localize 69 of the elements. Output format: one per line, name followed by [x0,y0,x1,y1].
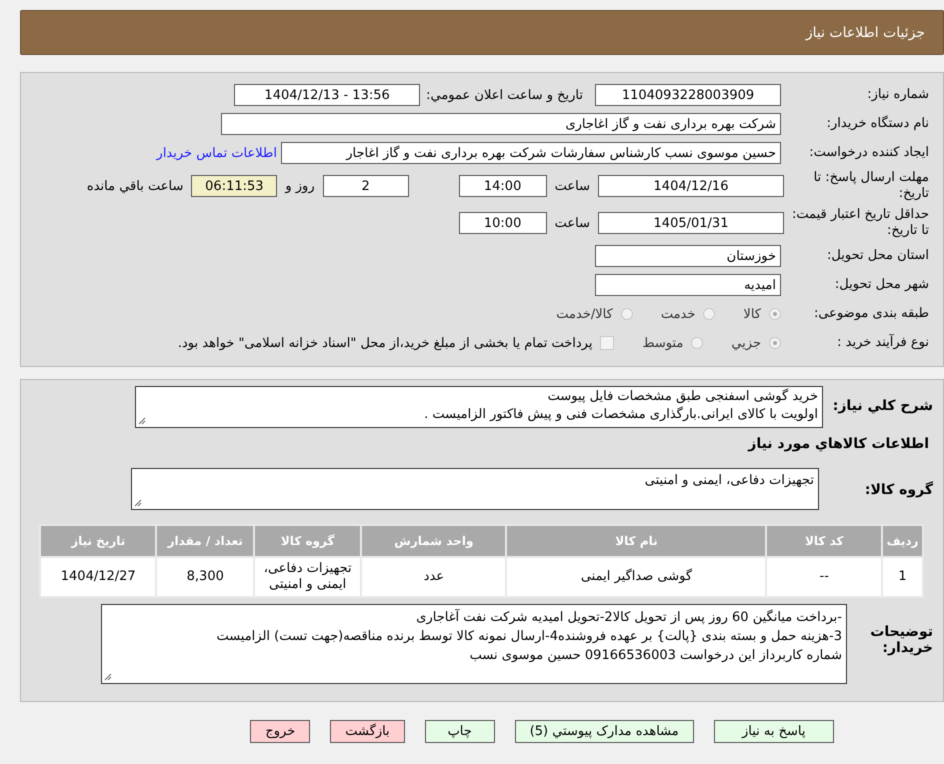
table-cell: 8,300 [156,557,254,597]
column-header: رديف [882,525,923,557]
radio-label: متوسط [642,336,684,350]
column-header: نام کالا [506,525,766,557]
table-cell: 1404/12/27 [40,557,156,597]
days-label: روز و [285,178,315,194]
field-label: طبقه بندی موضوعی: [812,306,930,322]
field-label: نوع فرآیند خرید : [836,335,930,351]
time-label: ساعت [554,178,590,194]
column-header: واحد شمارش [361,525,506,557]
goods-group-field[interactable]: تجهیزات دفاعی، ایمنی و امنیتی [131,468,819,510]
resize-grip-icon[interactable] [134,499,142,507]
remaining-label: ساعت باقي مانده [86,178,184,194]
buyer-org-field[interactable]: شرکت بهره برداری نفت و گاز اغاجاری [221,113,781,135]
radio-label: جزيي [731,336,761,350]
remaining-time-field: 06:11:53 [191,175,278,197]
table-cell: عدد [361,557,506,597]
radio-label: خدمت [660,306,696,322]
checkbox-label: پرداخت تمام یا بخشی از مبلغ خرید،از محل "اسناد خزانه اسلامی" خواهد بود. [178,336,592,350]
radio-button[interactable] [691,337,704,349]
time-label: ساعت [554,216,590,230]
radio-label: کالا/خدمت [556,306,613,322]
field-label: گروه کالا: [864,480,934,498]
need-number-field[interactable]: 1104093228003909 [595,84,781,106]
action-button[interactable]: خروج [250,720,310,743]
radio-button[interactable] [769,308,781,320]
field-label: شهر محل تحویل: [834,277,930,293]
checkbox[interactable] [600,336,614,350]
column-header: تاریخ نیاز [40,525,156,557]
city-field[interactable]: امیدیه [595,274,781,296]
table-cell: گوشی صداگیر ایمنی [506,557,766,597]
radio-button[interactable] [769,337,781,349]
announce-date-field[interactable]: 1404/12/13 - 13:56 [234,84,420,106]
action-button[interactable]: چاپ [424,720,495,743]
action-button[interactable]: مشاهده مدارک پیوستي (5) [514,720,694,743]
days-field[interactable]: 2 [322,175,409,197]
notes-field[interactable]: -برداخت میانگین 60 روز پس از تحویل کالا2-تحویل امیدیه شرکت نفت آغاجاری 3-هزینه حمل و بسته بندی {پالت} بر عهده فروشنده4-ارسال نمونه کالا توسط برنده مناقصه(جهت تست) الزامیست شماره کاربرداز این درخواست 09166536003 حسین موسوی نسب [101,604,847,684]
radio-button[interactable] [620,308,633,320]
section-heading: اطلاعات کالاهاي مورد نیاز [746,436,930,452]
radio-button[interactable] [703,308,716,320]
field-label: تاریخ و ساعت اعلان عمومي: [426,88,583,102]
province-field[interactable]: خوزستان [595,245,781,267]
table-cell: تجهیزات دفاعی، ایمنی و امنیتی [254,557,362,597]
field-label: شماره نیاز: [866,87,930,103]
column-header: کد کالا [766,525,882,557]
table-cell: 1 [882,557,923,597]
validity-date-field[interactable]: 1405/01/31 [598,212,784,234]
column-header: گروه کالا [254,525,362,557]
action-button[interactable]: بازگشت [330,720,405,743]
summary-field[interactable]: خرید گوشی اسفنجی طبق مشخصات فایل پیوست اولویت با کالای ایرانی.بارگذاری مشخصات فنی و پیش فاکتور الزامیست . [135,386,823,428]
field-label: ایجاد کننده درخواست: [808,145,930,161]
validity-time-field[interactable]: 10:00 [458,212,547,234]
field-label: استان محل تحویل: [826,248,930,264]
field-label: توضیحات خریدار: [869,623,934,656]
deadline-time-field[interactable]: 14:00 [458,175,547,197]
resize-grip-icon[interactable] [138,417,146,425]
creator-field[interactable]: حسین موسوی نسب کارشناس سفارشات شرکت بهره برداری نفت و گاز اغاجار [281,142,781,164]
radio-label: کالا [743,306,761,322]
field-label: مهلت ارسال پاسخ: تا تاریخ: [812,170,930,202]
table-cell: -- [766,557,882,597]
field-label: شرح کلي نیاز: [832,397,934,414]
deadline-date-field[interactable]: 1404/12/16 [598,175,784,197]
resize-grip-icon[interactable] [104,673,112,681]
column-header: تعداد / مقدار [156,525,254,557]
contact-link[interactable]: اطلاعات تماس خریدار [156,146,277,160]
page-title: جزئیات اطلاعات نیاز [806,24,925,40]
field-label: حداقل تاریخ اعتبار قیمت: تا تاریخ: [790,207,930,239]
action-button[interactable]: پاسخ به نیاز [714,720,834,743]
field-label: نام دستگاه خریدار: [826,116,930,132]
